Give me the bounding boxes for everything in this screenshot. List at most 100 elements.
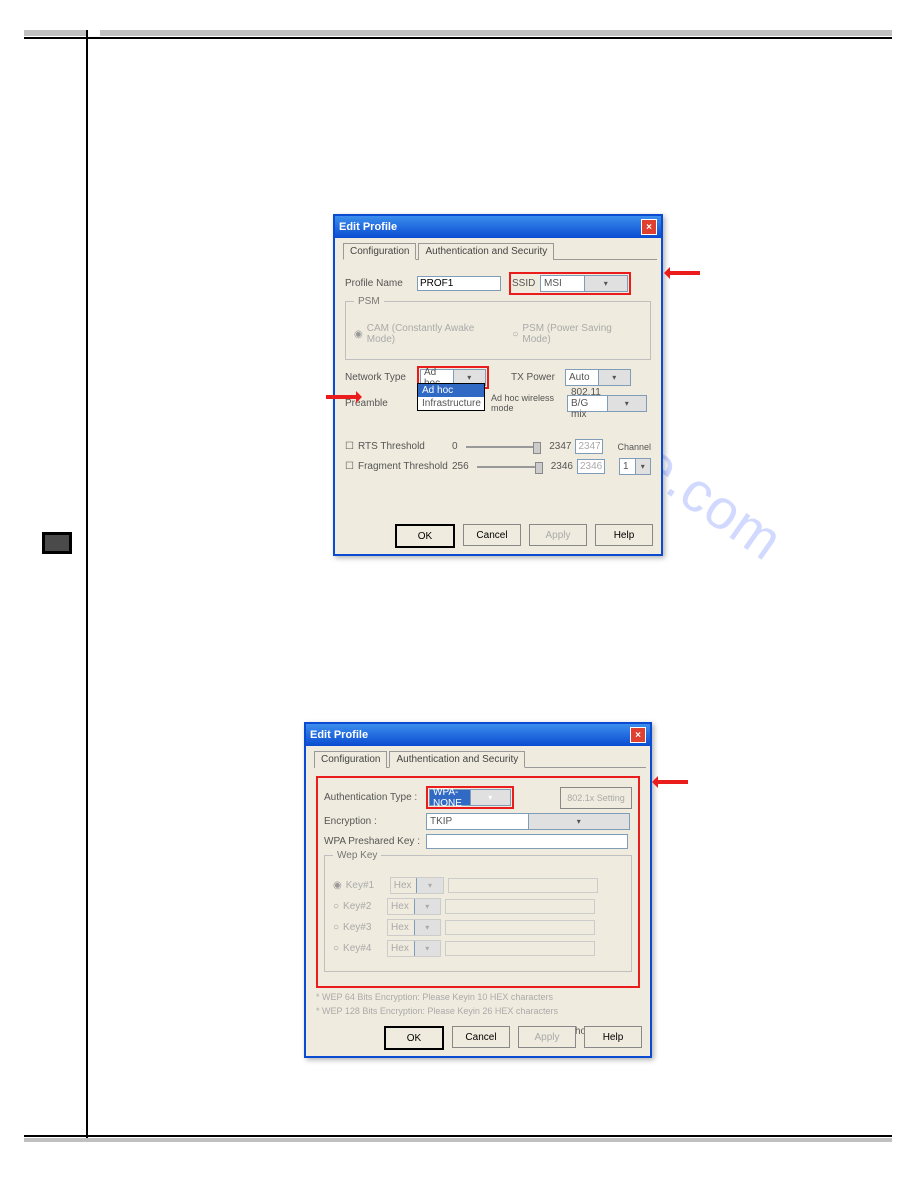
network-type-option-adhoc[interactable]: Ad hoc: [418, 384, 484, 397]
frag-checkbox[interactable]: [345, 461, 354, 472]
network-type-dropdown[interactable]: Ad hoc Infrastructure: [417, 383, 485, 411]
close-icon[interactable]: ×: [630, 727, 646, 743]
tab-auth-security[interactable]: Authentication and Security: [389, 751, 525, 768]
auth-type-label: Authentication Type :: [324, 792, 422, 803]
ssid-label: SSID: [512, 278, 540, 289]
psm-radio: [512, 329, 518, 340]
wep-key3-type: Hex▾: [387, 919, 441, 936]
wep-key3-radio: [333, 922, 339, 933]
tab-auth-security[interactable]: Authentication and Security: [418, 243, 554, 260]
help-button[interactable]: Help: [584, 1026, 642, 1048]
arrow-icon: [654, 780, 688, 784]
wep-key1-label: Key#1: [346, 880, 386, 891]
channel-label: Channel: [617, 442, 651, 452]
rts-value-input: [575, 439, 603, 454]
ok-button[interactable]: OK: [395, 524, 455, 548]
chevron-down-icon[interactable]: ▾: [584, 276, 628, 291]
ok-button[interactable]: OK: [384, 1026, 444, 1050]
frag-min: 256: [452, 461, 469, 472]
chevron-down-icon[interactable]: ▾: [598, 370, 631, 385]
chevron-down-icon: ▾: [414, 899, 441, 914]
ssid-value: MSI: [541, 278, 584, 289]
rts-min: 0: [452, 441, 458, 452]
adhoc-mode-value: 802.11 B/G mix: [568, 387, 607, 420]
encryption-combo[interactable]: TKIP ▾: [426, 813, 630, 830]
button-bar: OK Cancel Apply Help: [384, 1026, 642, 1050]
psk-input[interactable]: [426, 834, 628, 849]
channel-combo[interactable]: 1 ▾: [619, 458, 651, 475]
wep-key2-input: [445, 899, 595, 914]
dialog-body: Profile Name SSID MSI ▾ PSM CAM (Constan…: [335, 260, 661, 487]
profile-name-input[interactable]: [417, 276, 501, 291]
rule-bottom-grey: [24, 1138, 892, 1142]
cancel-button[interactable]: Cancel: [463, 524, 521, 546]
wep-key1-type: Hex▾: [390, 877, 444, 894]
wep-group: Wep Key Key#1Hex▾ Key#2Hex▾ Key#3Hex▾ Ke…: [324, 855, 632, 972]
rule-top-right: [100, 30, 892, 36]
wep-key3-input: [445, 920, 595, 935]
auth-type-value: WPA-NONE: [430, 787, 470, 809]
cam-radio: [354, 329, 363, 340]
frag-slider[interactable]: [477, 466, 543, 468]
wep-note-2: * WEP 128 Bits Encryption: Please Keyin …: [316, 1006, 640, 1016]
titlebar: Edit Profile ×: [306, 724, 650, 746]
wep-note-1: * WEP 64 Bits Encryption: Please Keyin 1…: [316, 992, 640, 1002]
auth-type-combo[interactable]: WPA-NONE ▾: [429, 789, 511, 806]
chevron-down-icon[interactable]: ▾: [470, 790, 511, 805]
network-type-option-infra[interactable]: Infrastructure: [418, 397, 484, 410]
tabstrip: Configuration Authentication and Securit…: [343, 242, 657, 260]
wep-key2-type: Hex▾: [387, 898, 441, 915]
rule-top-left: [24, 30, 86, 36]
txpower-combo[interactable]: Auto ▾: [565, 369, 631, 386]
chevron-down-icon: ▾: [414, 920, 441, 935]
dialog-title: Edit Profile: [310, 729, 368, 741]
profile-name-label: Profile Name: [345, 278, 413, 289]
rts-slider[interactable]: [466, 446, 542, 448]
tab-configuration[interactable]: Configuration: [343, 243, 416, 260]
psk-label: WPA Preshared Key :: [324, 836, 422, 847]
psm-title: PSM: [354, 296, 384, 307]
psm-group: PSM CAM (Constantly Awake Mode) PSM (Pow…: [345, 301, 651, 360]
wep-key1-input: [448, 878, 598, 893]
rule-top-black: [24, 37, 892, 39]
adhoc-mode-combo[interactable]: 802.11 B/G mix ▾: [567, 395, 647, 412]
edit-profile-dialog-auth: Edit Profile × Configuration Authenticat…: [304, 722, 652, 1058]
network-type-label: Network Type: [345, 372, 413, 383]
chevron-down-icon[interactable]: ▾: [528, 814, 630, 829]
rule-side: [86, 30, 88, 1140]
psm-label: PSM (Power Saving Mode): [522, 323, 642, 345]
apply-button: Apply: [529, 524, 587, 546]
dialog-body: Authentication Type : WPA-NONE ▾ 802.1x …: [306, 768, 650, 1049]
chevron-down-icon: ▾: [416, 878, 443, 893]
wep-key4-label: Key#4: [343, 943, 383, 954]
wep-key2-label: Key#2: [343, 901, 383, 912]
wep-key4-radio: [333, 943, 339, 954]
adhoc-mode-label: Ad hoc wireless mode: [491, 393, 563, 413]
wep-key3-label: Key#3: [343, 922, 383, 933]
titlebar: Edit Profile ×: [335, 216, 661, 238]
cam-label: CAM (Constantly Awake Mode): [367, 323, 505, 345]
arrow-icon: [326, 395, 360, 399]
encryption-value: TKIP: [427, 816, 528, 827]
8021x-setting-button: 802.1x Setting: [560, 787, 632, 809]
chevron-down-icon[interactable]: ▾: [607, 396, 647, 411]
rts-max: 2347: [549, 441, 571, 452]
rule-bottom-black: [24, 1135, 892, 1137]
chevron-down-icon[interactable]: ▾: [635, 459, 651, 474]
frag-max: 2346: [551, 461, 573, 472]
cancel-button[interactable]: Cancel: [452, 1026, 510, 1048]
rts-checkbox[interactable]: [345, 441, 354, 452]
wep-key1-radio: [333, 880, 342, 891]
ssid-combo[interactable]: MSI ▾: [540, 275, 628, 292]
apply-button: Apply: [518, 1026, 576, 1048]
arrow-icon: [666, 271, 700, 275]
button-bar: OK Cancel Apply Help: [395, 524, 653, 548]
edit-profile-dialog-config: Edit Profile × Configuration Authenticat…: [333, 214, 663, 556]
frag-value-input: [577, 459, 605, 474]
tabstrip: Configuration Authentication and Securit…: [314, 750, 646, 768]
close-icon[interactable]: ×: [641, 219, 657, 235]
side-tab: [42, 532, 72, 554]
chevron-down-icon: ▾: [414, 941, 441, 956]
help-button[interactable]: Help: [595, 524, 653, 546]
tab-configuration[interactable]: Configuration: [314, 751, 387, 768]
